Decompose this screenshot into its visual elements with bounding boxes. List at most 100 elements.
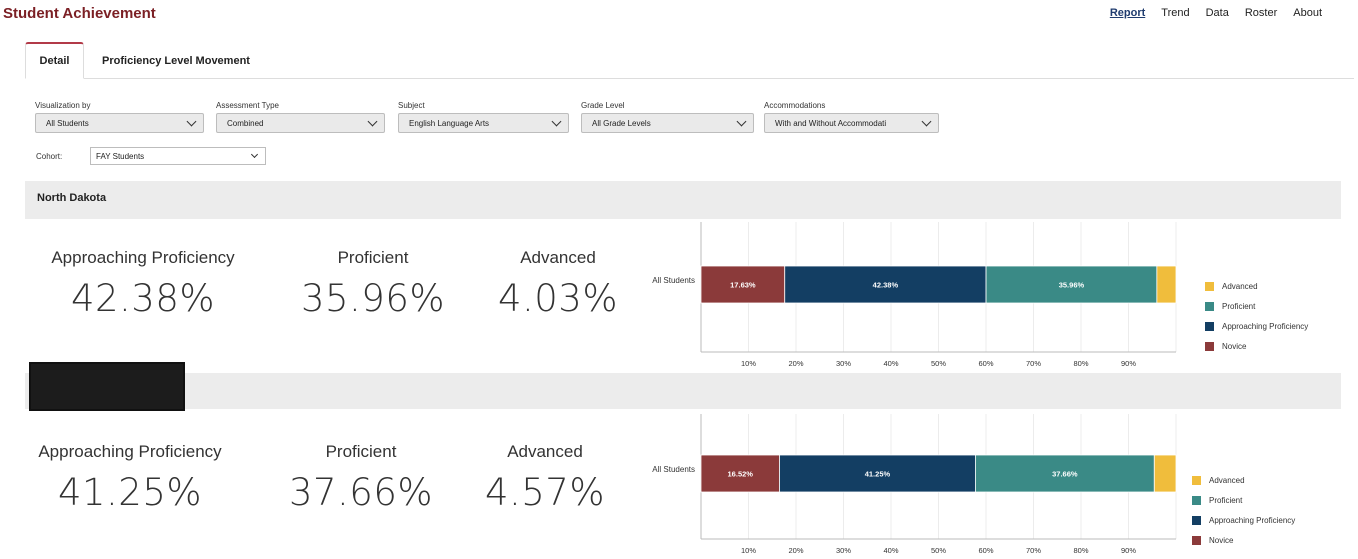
legend-swatch bbox=[1205, 281, 1214, 291]
app-title: Student Achievement bbox=[3, 5, 156, 22]
select-value: All Students bbox=[46, 118, 89, 128]
legend-swatch bbox=[1192, 535, 1201, 545]
metric-label: Approaching Proficiency bbox=[51, 248, 235, 267]
metric-advanced: Advanced 4.57% bbox=[475, 442, 615, 514]
bar-segment-advanced bbox=[1153, 454, 1177, 493]
metric-approaching-proficiency: Approaching Proficiency 42.38% bbox=[40, 248, 246, 320]
nav-report[interactable]: Report bbox=[1110, 7, 1145, 19]
select-value: FAY Students bbox=[96, 151, 145, 161]
chart-svg: All Students 17.63% 42.38% 35.96% 10% 20% 30% 4… bbox=[652, 222, 1177, 368]
data-label: 37.66% bbox=[1052, 470, 1078, 479]
metric-value: 4.03% bbox=[497, 277, 619, 320]
metric-label: Advanced bbox=[520, 248, 596, 267]
chevron-down-icon bbox=[367, 116, 378, 126]
select-value: All Grade Levels bbox=[592, 118, 651, 128]
tick-label: 10% bbox=[741, 546, 756, 555]
metric-label: Proficient bbox=[325, 442, 397, 461]
redacted-title bbox=[29, 362, 185, 411]
metric-label: Approaching Proficiency bbox=[38, 442, 222, 461]
legend-swatch bbox=[1205, 341, 1214, 351]
filter-accommodations: Accommodations With and Without Accommod… bbox=[764, 101, 939, 133]
chevron-down-icon bbox=[551, 116, 562, 126]
grade-level-select[interactable]: All Grade Levels bbox=[581, 113, 754, 133]
metric-label: Advanced bbox=[507, 442, 583, 461]
chart-legend: Advanced Proficient Approaching Proficie… bbox=[1205, 276, 1308, 356]
tick-label: 70% bbox=[1026, 359, 1041, 368]
data-label: 41.25% bbox=[865, 470, 891, 479]
tab-proficiency-level-movement[interactable]: Proficiency Level Movement bbox=[92, 42, 260, 79]
chart-legend: Advanced Proficient Approaching Proficie… bbox=[1192, 470, 1295, 550]
legend-swatch bbox=[1205, 301, 1214, 311]
data-label: 35.96% bbox=[1059, 281, 1085, 290]
data-label: 16.52% bbox=[728, 470, 754, 479]
nav-trend[interactable]: Trend bbox=[1161, 7, 1189, 19]
select-value: With and Without Accommodati bbox=[775, 118, 887, 128]
legend-item-proficient: Proficient bbox=[1192, 490, 1295, 510]
legend-item-proficient: Proficient bbox=[1205, 296, 1308, 316]
tick-label: 40% bbox=[883, 546, 898, 555]
tick-label: 80% bbox=[1073, 546, 1088, 555]
legend-item-approaching-proficiency: Approaching Proficiency bbox=[1205, 316, 1308, 336]
filter-grade-level: Grade Level All Grade Levels bbox=[581, 101, 754, 133]
tick-label: 90% bbox=[1121, 546, 1136, 555]
section-header: North Dakota bbox=[25, 181, 1341, 219]
legend-swatch bbox=[1192, 475, 1201, 485]
tick-label: 30% bbox=[836, 546, 851, 555]
category-label: All Students bbox=[652, 276, 695, 285]
cohort-select[interactable]: FAY Students bbox=[90, 147, 266, 165]
bar-segment-advanced bbox=[1156, 265, 1177, 304]
top-nav: Report Trend Data Roster About bbox=[1110, 7, 1322, 19]
filter-assessment-type: Assessment Type Combined bbox=[216, 101, 385, 133]
subject-select[interactable]: English Language Arts bbox=[398, 113, 569, 133]
tab-detail[interactable]: Detail bbox=[25, 42, 84, 79]
tick-label: 20% bbox=[788, 546, 803, 555]
legend-item-novice: Novice bbox=[1205, 336, 1308, 356]
stacked-bar-chart: All Students 16.52% 41.25% 37.66% 10% 20% 30% 4… bbox=[640, 412, 1200, 559]
category-label: All Students bbox=[652, 465, 695, 474]
assessment-type-select[interactable]: Combined bbox=[216, 113, 385, 133]
tick-label: 90% bbox=[1121, 359, 1136, 368]
tick-label: 80% bbox=[1073, 359, 1088, 368]
metric-value: 42.38% bbox=[70, 277, 216, 320]
nav-data[interactable]: Data bbox=[1206, 7, 1229, 19]
legend-item-advanced: Advanced bbox=[1205, 276, 1308, 296]
legend-item-approaching-proficiency: Approaching Proficiency bbox=[1192, 510, 1295, 530]
filter-visualization: Visualization by All Students bbox=[35, 101, 204, 133]
metric-value: 4.57% bbox=[484, 471, 606, 514]
section-header bbox=[25, 362, 1341, 411]
metric-proficient: Proficient 37.66% bbox=[268, 442, 454, 514]
filter-label: Visualization by bbox=[35, 101, 91, 110]
legend-swatch bbox=[1192, 495, 1201, 505]
visualization-select[interactable]: All Students bbox=[35, 113, 204, 133]
chevron-down-icon bbox=[921, 116, 932, 126]
chart-svg: All Students 16.52% 41.25% 37.66% 10% 20% 30% 4… bbox=[652, 414, 1177, 555]
tick-label: 50% bbox=[931, 546, 946, 555]
tick-label: 60% bbox=[978, 359, 993, 368]
accommodations-select[interactable]: With and Without Accommodati bbox=[764, 113, 939, 133]
filter-label: Accommodations bbox=[764, 101, 826, 110]
tab-bar: Detail Proficiency Level Movement bbox=[25, 42, 1354, 79]
filter-label: Grade Level bbox=[581, 101, 625, 110]
metric-value: 35.96% bbox=[300, 277, 446, 320]
filter-label: Assessment Type bbox=[216, 101, 279, 110]
data-label: 42.38% bbox=[873, 281, 899, 290]
cohort-label: Cohort: bbox=[36, 152, 63, 161]
section-title: North Dakota bbox=[37, 192, 107, 204]
nav-roster[interactable]: Roster bbox=[1245, 7, 1277, 19]
tick-label: 70% bbox=[1026, 546, 1041, 555]
legend-swatch bbox=[1192, 515, 1201, 525]
stacked-bar-chart: All Students 17.63% 42.38% 35.96% 10% 20% 30% 4… bbox=[640, 220, 1200, 372]
tick-label: 60% bbox=[978, 546, 993, 555]
tick-label: 50% bbox=[931, 359, 946, 368]
metric-value: 37.66% bbox=[288, 471, 434, 514]
legend-item-novice: Novice bbox=[1192, 530, 1295, 550]
select-value: Combined bbox=[227, 118, 264, 128]
metric-approaching-proficiency: Approaching Proficiency 41.25% bbox=[30, 442, 230, 514]
filter-subject: Subject English Language Arts bbox=[398, 101, 569, 133]
data-label: 17.63% bbox=[730, 281, 756, 290]
tick-label: 30% bbox=[836, 359, 851, 368]
nav-about[interactable]: About bbox=[1293, 7, 1322, 19]
legend-swatch bbox=[1205, 321, 1214, 331]
legend-item-advanced: Advanced bbox=[1192, 470, 1295, 490]
tick-label: 40% bbox=[883, 359, 898, 368]
